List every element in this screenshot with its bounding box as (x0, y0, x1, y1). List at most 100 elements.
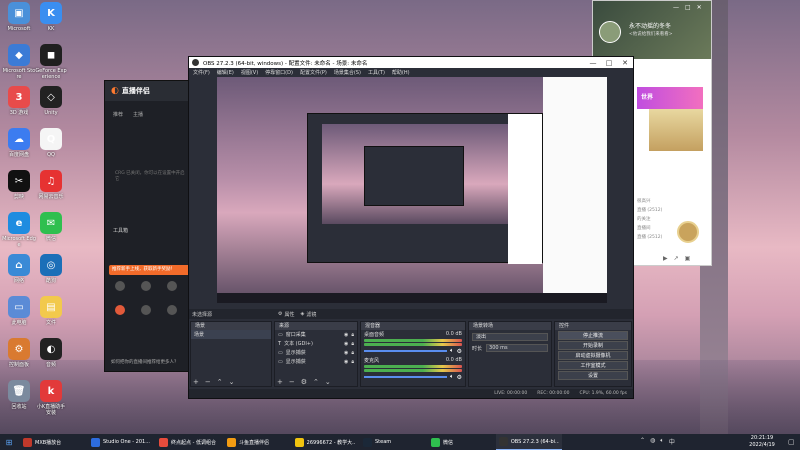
taskbar-item[interactable]: 微信 (428, 434, 494, 450)
eye-icon[interactable]: ◉ (344, 341, 348, 347)
play-icon[interactable]: ▶ (663, 255, 668, 262)
menu-help[interactable]: 帮助(H) (392, 69, 410, 76)
desktop-icon[interactable]: ◐ 音频 (34, 338, 68, 368)
menu-view[interactable]: 视图(V) (241, 69, 258, 76)
taskbar-item[interactable]: 26996672 - 教学大... (292, 434, 358, 450)
image-icon[interactable]: ▣ (685, 255, 691, 262)
speaker-icon[interactable]: 🔈︎ (450, 373, 454, 381)
desktop-icon[interactable]: ♫ 网易云音乐 (34, 170, 68, 200)
transition-select[interactable]: 淡出 (472, 333, 548, 341)
assistant-tab-0[interactable]: 推荐 (113, 111, 123, 118)
tool-icon[interactable] (141, 281, 151, 291)
desktop-icon[interactable]: ✂ 剪映 (2, 170, 36, 200)
remove-icon[interactable]: − (205, 378, 211, 386)
taskbar-item[interactable]: Steam (360, 434, 426, 450)
desktop-icon[interactable]: k 小K直播助手 安装 (34, 380, 68, 416)
desktop-icon[interactable]: ⌂ 网络 (2, 254, 36, 284)
lock-icon[interactable]: 🔒︎ (351, 359, 354, 365)
minimize-icon[interactable]: — (585, 59, 601, 67)
desktop-icon[interactable]: K KK (34, 2, 68, 32)
start-button[interactable]: ⊞ (0, 434, 18, 450)
eye-icon[interactable]: ◉ (344, 350, 348, 356)
desktop-icon[interactable]: e Microsoft Edge (2, 212, 36, 248)
scene-item[interactable]: 场景 (191, 330, 271, 339)
tool-icon[interactable] (115, 281, 125, 291)
avatar[interactable] (599, 21, 621, 43)
taskbar-item[interactable]: Studio One - 201... (88, 434, 154, 450)
desktop-icon[interactable]: 3 3D 游戏 (2, 86, 36, 116)
desktop-icon[interactable]: ◇ Unity (34, 86, 68, 116)
desktop-icon[interactable]: ☁ 百度网盘 (2, 128, 36, 158)
obs-preview[interactable] (217, 77, 607, 303)
tool-icon[interactable] (115, 305, 125, 315)
assistant-footer[interactable]: 如何把你的直播间推荐给更多人？ (111, 359, 179, 365)
speaker-icon[interactable]: 🔈︎ (450, 347, 454, 355)
move-up-icon[interactable]: ⌃ (313, 378, 319, 386)
close-icon[interactable]: ✕ (697, 4, 702, 11)
desktop-icon[interactable]: Q QQ (34, 128, 68, 158)
filters-button[interactable]: ◈ 滤镜 (301, 311, 317, 318)
chat-photo[interactable] (649, 109, 703, 151)
notification-icon[interactable]: ▢ (788, 438, 795, 446)
maximize-icon[interactable]: □ (601, 59, 617, 67)
taskbar-item[interactable]: OBS 27.2.3 (64-bi... (496, 434, 562, 450)
remove-icon[interactable]: − (289, 378, 295, 386)
assistant-tab-1[interactable]: 主播 (133, 111, 143, 118)
virtual-camera-button[interactable]: 启动虚拟摄像机 (558, 351, 628, 360)
source-item[interactable]: ▭ 显示捕获 ◉ 🔒︎ (275, 357, 357, 366)
lock-icon[interactable]: 🔒︎ (351, 341, 354, 347)
network-icon[interactable]: ◍ (650, 437, 655, 446)
gear-icon[interactable]: ⚙ (457, 374, 462, 381)
add-icon[interactable]: + (277, 378, 283, 386)
chevron-up-icon[interactable]: ⌃ (640, 437, 645, 446)
add-icon[interactable]: + (193, 378, 199, 386)
menu-docks[interactable]: 停靠窗口(D) (265, 69, 293, 76)
studio-mode-button[interactable]: 工作室模式 (558, 361, 628, 370)
tool-icon[interactable] (141, 305, 151, 315)
obs-window[interactable]: OBS 27.2.3 (64-bit, windows) - 配置文件: 未命名… (188, 56, 634, 399)
menu-edit[interactable]: 编辑(E) (217, 69, 234, 76)
source-item[interactable]: T 文本 (GDI+) ◉ 🔒︎ (275, 339, 357, 348)
minimize-icon[interactable]: — (673, 4, 679, 11)
desktop-icon[interactable]: 🗑 回收站 (2, 380, 36, 410)
share-icon[interactable]: ↗ (674, 255, 679, 262)
desktop-icon[interactable]: ◎ 酷狗 (34, 254, 68, 284)
gear-icon[interactable]: ⚙ (457, 348, 462, 355)
taskbar-item[interactable]: MXB播放台 (20, 434, 86, 450)
volume-icon[interactable]: 🔈︎ (660, 437, 664, 446)
desktop-icon[interactable]: ▣ Microsoft (2, 2, 36, 32)
desktop-icon[interactable]: ▭ 此电脑 (2, 296, 36, 326)
menu-tools[interactable]: 工具(T) (368, 69, 385, 76)
menu-file[interactable]: 文件(F) (193, 69, 210, 76)
stop-streaming-button[interactable]: 停止推流 (558, 331, 628, 340)
tool-icon[interactable] (167, 305, 177, 315)
settings-button[interactable]: 设置 (558, 371, 628, 380)
taskbar-item[interactable]: 斗鱼直播伴侣 (224, 434, 290, 450)
close-icon[interactable]: ✕ (617, 59, 633, 67)
menu-profile[interactable]: 配置文件(P) (300, 69, 327, 76)
live-assistant-window[interactable]: ◐ 直播伴侣 推荐 主播 CRG 已关闭，你可以在设置中开启它 工具箱 推荐新手… (104, 80, 194, 372)
desktop-icon[interactable]: ◼ GeForce Experience (34, 44, 68, 80)
desktop-icon[interactable]: ▤ 文件 (34, 296, 68, 326)
desktop-icon[interactable]: ⚙ 控制面板 (2, 338, 36, 368)
move-up-icon[interactable]: ⌃ (217, 378, 223, 386)
input-method-icon[interactable]: 中 (669, 437, 675, 446)
duration-input[interactable]: 300 ms (486, 344, 548, 352)
gear-icon[interactable]: ⚙ (301, 378, 307, 386)
desktop-icon[interactable]: ◆ Microsoft Store (2, 44, 36, 80)
assistant-promo[interactable]: 推荐新手上线，获取新手奖励！ (109, 265, 193, 275)
properties-button[interactable]: ⚙ 属性 (278, 311, 295, 318)
move-down-icon[interactable]: ⌄ (325, 378, 331, 386)
tool-icon[interactable] (167, 281, 177, 291)
taskbar-item[interactable]: 终点起点 - 低调组合 (156, 434, 222, 450)
start-recording-button[interactable]: 开始录制 (558, 341, 628, 350)
eye-icon[interactable]: ◉ (344, 332, 348, 338)
obs-titlebar[interactable]: OBS 27.2.3 (64-bit, windows) - 配置文件: 未命名… (189, 57, 633, 68)
lock-icon[interactable]: 🔒︎ (351, 332, 354, 338)
clock[interactable]: 20:21:19 2022/4/19 (740, 435, 784, 449)
maximize-icon[interactable]: □ (685, 4, 691, 11)
move-down-icon[interactable]: ⌄ (229, 378, 235, 386)
menu-scene-collection[interactable]: 场景集合(S) (334, 69, 361, 76)
source-item[interactable]: ▭ 显示捕获 ◉ 🔒︎ (275, 348, 357, 357)
lock-icon[interactable]: 🔒︎ (351, 350, 354, 356)
